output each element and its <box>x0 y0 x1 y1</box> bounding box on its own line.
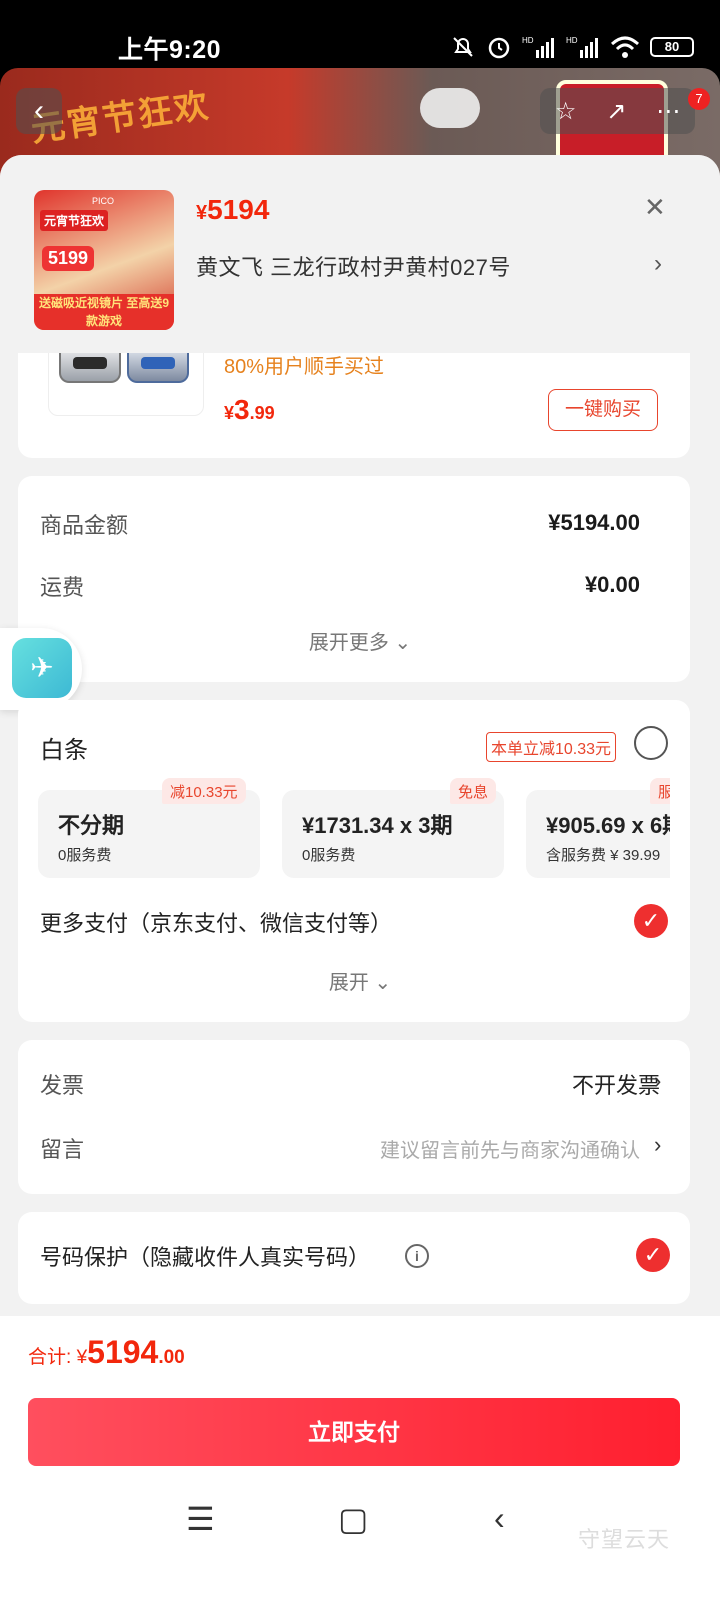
shipping-address[interactable]: 黄文飞 三龙行政村尹黄村027号 <box>196 250 511 282</box>
nav-actions: ☆ ↗ ⋯ <box>540 88 695 134</box>
baitiao-radio[interactable] <box>634 726 668 760</box>
signal-icon-2: HD <box>566 36 598 58</box>
payment-expand-button[interactable]: 展开 ⌄ <box>0 966 720 995</box>
plan-tag: 减10.33元 <box>162 778 246 804</box>
chevron-left-icon: ‹ <box>34 94 44 127</box>
number-protect-check-icon[interactable]: ✓ <box>636 1238 670 1272</box>
back-icon[interactable]: ‹ <box>494 1500 505 1537</box>
assistant-icon: ✈ <box>12 638 72 698</box>
thumb-brand: PICO <box>92 196 115 206</box>
svg-text:HD: HD <box>566 36 578 45</box>
one-click-buy-button[interactable]: 一键购买 <box>548 389 658 431</box>
plan-title: 不分期 <box>58 813 125 838</box>
expand-more-button[interactable]: 展开更多 ⌄ <box>0 626 720 655</box>
recommend-note: 80%用户顺手买过 <box>224 356 385 378</box>
alarm-icon <box>488 37 510 59</box>
plan-sub: 0服务费 <box>58 847 112 864</box>
home-icon[interactable]: ▢ <box>338 1500 368 1538</box>
chevron-right-icon[interactable]: › <box>654 1132 661 1158</box>
status-icons: HD HD 80 <box>450 34 694 60</box>
plan-sub: 含服务费 ¥ 39.99 <box>546 847 661 864</box>
watermark: 守望云天 <box>578 1527 671 1552</box>
total-amount: 合计: ¥5194.00 <box>28 1334 185 1370</box>
assistant-float[interactable]: ✈ <box>0 628 82 710</box>
back-button[interactable]: ‹ <box>16 88 62 134</box>
message-input[interactable]: 建议留言前先与商家沟通确认 <box>380 1134 640 1163</box>
goods-amount-value: ¥5194.00 <box>548 510 640 535</box>
chevron-right-icon[interactable]: › <box>654 1068 661 1094</box>
message-badge: 7 <box>688 88 710 110</box>
shipping-value: ¥0.00 <box>584 572 640 597</box>
battery-icon: 80 <box>650 37 694 57</box>
more-payment-check-icon[interactable]: ✓ <box>634 904 668 938</box>
wifi-icon <box>610 36 640 58</box>
invoice-label: 发票 <box>40 1073 85 1098</box>
plan-sub: 0服务费 <box>302 847 356 864</box>
close-icon[interactable]: ✕ <box>644 192 666 223</box>
thumb-price: 5199 <box>42 246 95 271</box>
number-protect-label: 号码保护（隐藏收件人真实号码） <box>40 1245 371 1270</box>
status-time: 上午9:20 <box>118 36 222 64</box>
plan-title: ¥1731.34 x 3期 <box>302 813 453 838</box>
svg-text:HD: HD <box>522 36 534 45</box>
star-icon[interactable]: ☆ <box>555 97 577 126</box>
shipping-label: 运费 <box>40 575 85 600</box>
info-icon[interactable]: i <box>405 1244 429 1268</box>
menu-icon[interactable]: ☰ <box>186 1500 215 1538</box>
more-payment-label[interactable]: 更多支付（京东支付、微信支付等） <box>40 906 392 938</box>
chevron-right-icon[interactable]: › <box>654 250 662 278</box>
product-thumbnail: PICO 元宵节狂欢 5199 送磁吸近视镜片 至高送9款游戏 <box>34 190 174 330</box>
installment-plans: 不分期 0服务费 减10.33元 ¥1731.34 x 3期 0服务费 免息 ¥… <box>38 778 670 882</box>
message-label: 留言 <box>40 1137 85 1162</box>
baitiao-discount-tag: 本单立减10.33元 <box>486 732 617 762</box>
header-price: ¥5194 <box>196 194 270 225</box>
more-icon[interactable]: ⋯ <box>656 97 680 126</box>
invoice-card <box>18 1040 690 1194</box>
goods-amount-label: 商品金额 <box>40 513 129 538</box>
plan-title: ¥905.69 x 6期 <box>546 813 670 838</box>
pay-now-button[interactable]: 立即支付 <box>28 1398 680 1466</box>
recommend-price: ¥3.99 <box>224 394 275 425</box>
signal-icon: HD <box>522 36 554 58</box>
plan-option[interactable]: ¥905.69 x 6期 含服务费 ¥ 39.99 <box>526 790 670 878</box>
mute-icon <box>453 37 473 57</box>
thumb-promo: 送磁吸近视镜片 至高送9款游戏 <box>34 294 174 330</box>
share-icon[interactable]: ↗ <box>606 97 626 126</box>
thumb-tag: 元宵节狂欢 <box>40 210 109 231</box>
plan-tag: 免息 <box>450 778 497 804</box>
invoice-value[interactable]: 不开发票 <box>572 1068 660 1100</box>
baitiao-label: 白条 <box>40 737 88 764</box>
headset-image <box>420 88 480 128</box>
plan-tag: 服 <box>650 778 670 804</box>
